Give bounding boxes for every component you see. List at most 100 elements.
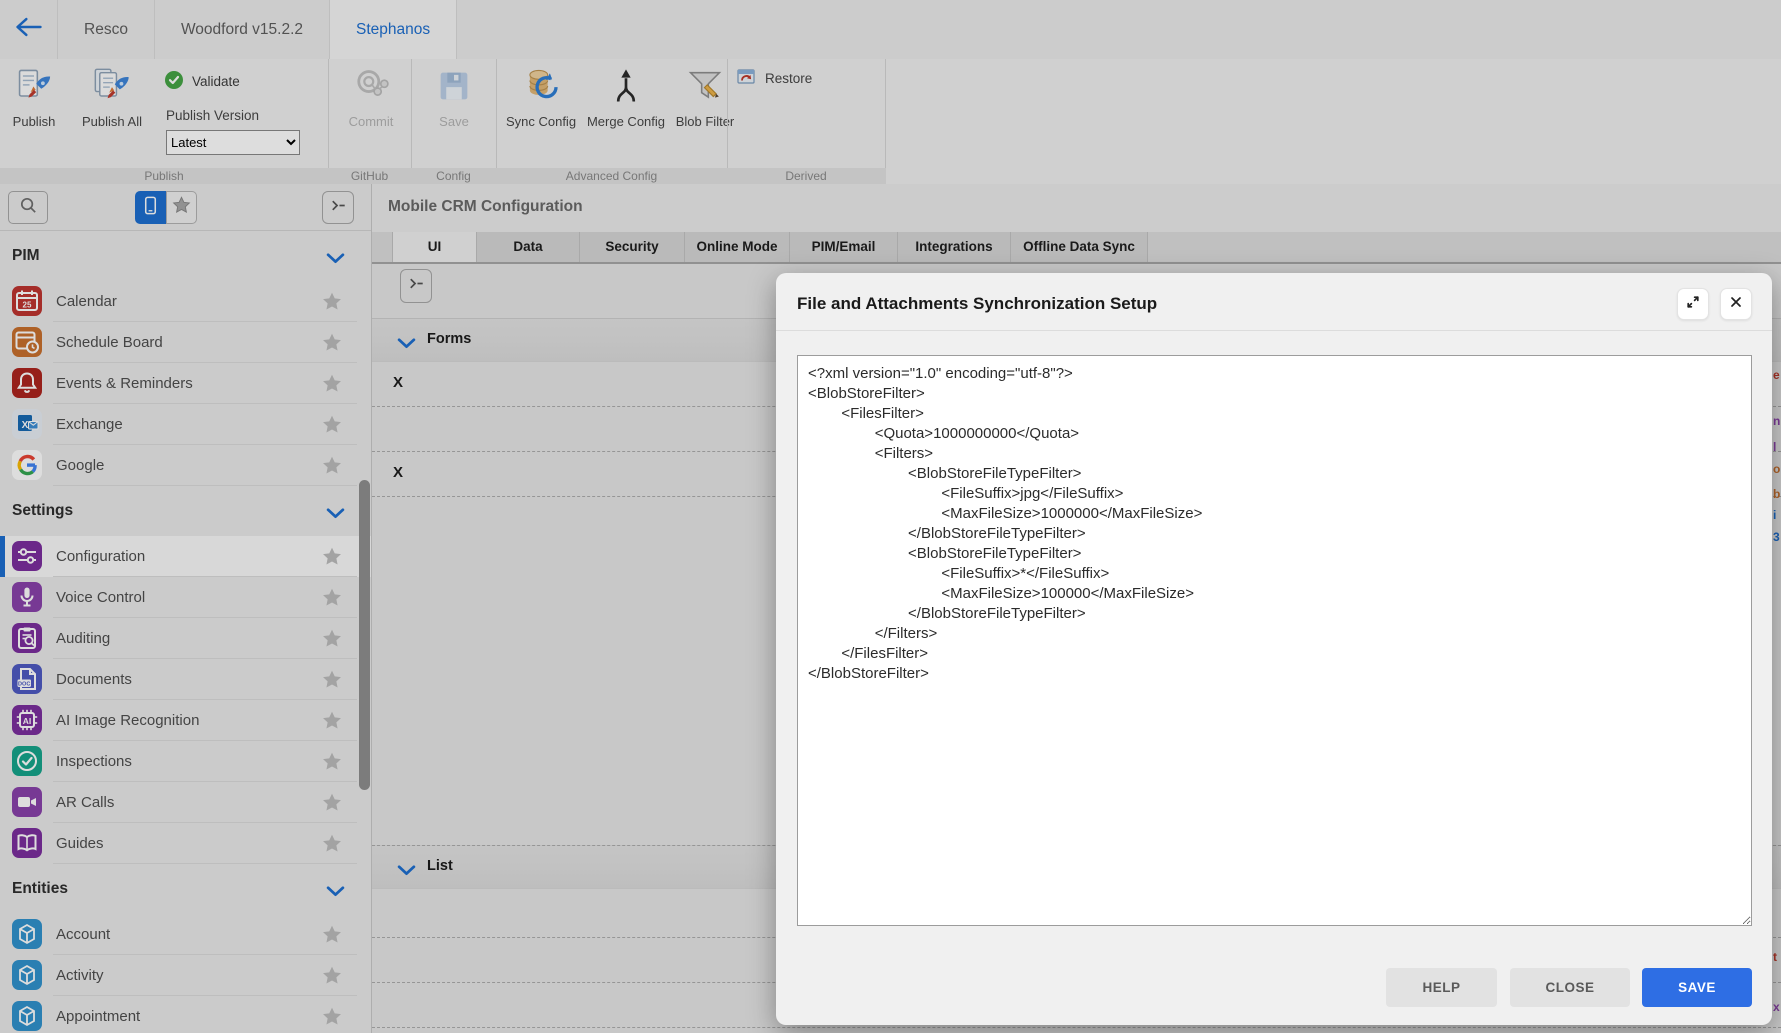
sidebar-section-label: Settings [12, 502, 73, 520]
save-button[interactable]: SAVE [1642, 968, 1752, 1007]
validate-button-label: Validate [192, 74, 240, 89]
entity-cube-icon [12, 1001, 42, 1031]
sidebar-item-documents[interactable]: DOC Documents [0, 659, 371, 700]
sidebar-item-account[interactable]: Account [0, 914, 371, 955]
publish-all-icon [66, 66, 158, 108]
ribbon-group-divider [885, 59, 886, 184]
blob-filter-button-label: Blob Filter [662, 114, 748, 130]
sidebar-item-activity[interactable]: Activity [0, 955, 371, 996]
sidebar-item-label: Documents [56, 671, 132, 688]
mobile-view-toggle-button[interactable] [135, 191, 166, 224]
validate-button[interactable]: Validate [164, 70, 240, 93]
favorite-star-icon[interactable] [320, 1005, 344, 1029]
chevron-down-icon [326, 506, 345, 517]
validate-area: Validate Publish Version Latest [160, 59, 328, 168]
sync-config-button[interactable]: Sync Config [498, 66, 584, 158]
sidebar-item-label: Events & Reminders [56, 375, 193, 392]
sidebar-item-label: Voice Control [56, 589, 145, 606]
publish-version-select[interactable]: Latest [166, 130, 300, 155]
svg-text:25: 25 [23, 301, 32, 310]
favorite-star-icon[interactable] [320, 750, 344, 774]
favorite-star-icon[interactable] [320, 413, 344, 437]
commit-button[interactable]: Commit [332, 66, 410, 158]
ar-calls-icon [12, 787, 42, 817]
save-config-button[interactable]: Save [417, 66, 491, 158]
restore-button[interactable]: Restore [736, 67, 812, 90]
favorite-star-icon[interactable] [320, 331, 344, 355]
merge-config-button[interactable]: Merge Config [586, 66, 666, 158]
favorite-star-icon[interactable] [320, 791, 344, 815]
list-section-label: List [427, 858, 453, 874]
favorite-star-icon[interactable] [320, 668, 344, 692]
favorite-star-icon[interactable] [320, 545, 344, 569]
favorite-star-icon[interactable] [320, 964, 344, 988]
sidebar-item-voice-control[interactable]: Voice Control [0, 577, 371, 618]
search-button[interactable] [8, 191, 48, 224]
sidebar-item-ai-image-recognition[interactable]: AIAI Image Recognition [0, 700, 371, 741]
tab-offline-data-sync[interactable]: Offline Data Sync [1011, 232, 1148, 262]
chevron-down-icon [326, 884, 345, 895]
publish-all-button[interactable]: Publish All [66, 66, 158, 158]
favorites-filter-button[interactable] [166, 191, 197, 224]
sidebar-item-inspections[interactable]: Inspections [0, 741, 371, 782]
sidebar-section-pim[interactable]: PIM [0, 231, 371, 281]
help-button[interactable]: HELP [1386, 968, 1497, 1007]
sidebar-item-auditing[interactable]: Auditing [0, 618, 371, 659]
dialog-expand-button[interactable] [1677, 288, 1709, 320]
events-reminders-icon [12, 368, 42, 398]
ribbon-group-labels: Publish GitHub Config Advanced Config De… [0, 168, 886, 184]
woodford-app: Resco Woodford v15.2.2 Stephanos Publish… [0, 0, 1781, 1033]
favorite-star-icon[interactable] [320, 832, 344, 856]
sidebar-item-events-reminders[interactable]: Events & Reminders [0, 363, 371, 404]
sidebar-section-settings[interactable]: Settings [0, 486, 371, 536]
expand-icon [1685, 294, 1701, 315]
favorite-star-icon[interactable] [320, 454, 344, 478]
sidebar-item-label: Configuration [56, 548, 145, 565]
favorite-star-icon[interactable] [320, 709, 344, 733]
star-icon [171, 195, 192, 221]
titlebar-tab-resco[interactable]: Resco [58, 0, 155, 59]
validate-check-icon [164, 70, 184, 93]
titlebar-tab-stephanos[interactable]: Stephanos [330, 0, 457, 59]
ribbon-group-divider [727, 59, 728, 184]
titlebar-tab-woodford-version[interactable]: Woodford v15.2.2 [155, 0, 330, 59]
ribbon-group-publish: Publish [0, 168, 328, 184]
sidebar-item-ar-calls[interactable]: AR Calls [0, 782, 371, 823]
favorite-star-icon[interactable] [320, 923, 344, 947]
clipped-text-fragment: o [1773, 462, 1780, 476]
row-label: X [393, 374, 403, 391]
close-button[interactable]: CLOSE [1510, 968, 1630, 1007]
blob-filter-xml-textarea[interactable] [797, 355, 1752, 926]
publish-button[interactable]: Publish [2, 66, 66, 158]
sidebar-item-schedule-board[interactable]: Schedule Board [0, 322, 371, 363]
tab-online-mode[interactable]: Online Mode [685, 232, 790, 262]
favorite-star-icon[interactable] [320, 372, 344, 396]
back-button[interactable] [0, 0, 58, 59]
sidebar-item-label: Account [56, 926, 110, 943]
sidebar-item-label: Guides [56, 835, 104, 852]
tab-ui[interactable]: UI [392, 232, 477, 262]
documents-icon: DOC [12, 664, 42, 694]
sidebar-section-label: Entities [12, 880, 68, 898]
tab-data[interactable]: Data [477, 232, 580, 262]
sidebar-item-appointment[interactable]: Appointment [0, 996, 371, 1033]
sidebar-scrollbar-thumb[interactable] [359, 480, 370, 790]
sidebar-item-calendar[interactable]: 25Calendar [0, 281, 371, 322]
sidebar-section-entities[interactable]: Entities [0, 864, 371, 914]
tab-pim-email[interactable]: PIM/Email [790, 232, 898, 262]
entity-cube-icon [12, 960, 42, 990]
sidebar-panel-toggle-button[interactable] [322, 191, 354, 224]
sidebar-item-configuration[interactable]: Configuration [0, 536, 371, 577]
dialog-close-button[interactable] [1720, 288, 1752, 320]
sidebar-item-exchange[interactable]: XExchange [0, 404, 371, 445]
sidebar-item-guides[interactable]: Guides [0, 823, 371, 864]
tab-integrations[interactable]: Integrations [898, 232, 1011, 262]
sidebar-item-google[interactable]: Google [0, 445, 371, 486]
ribbon-group-divider [496, 59, 497, 184]
content-panel-toggle-button[interactable] [400, 269, 432, 303]
favorite-star-icon[interactable] [320, 586, 344, 610]
favorite-star-icon[interactable] [320, 627, 344, 651]
sidebar-item-label: Auditing [56, 630, 110, 647]
favorite-star-icon[interactable] [320, 290, 344, 314]
tab-security[interactable]: Security [580, 232, 685, 262]
